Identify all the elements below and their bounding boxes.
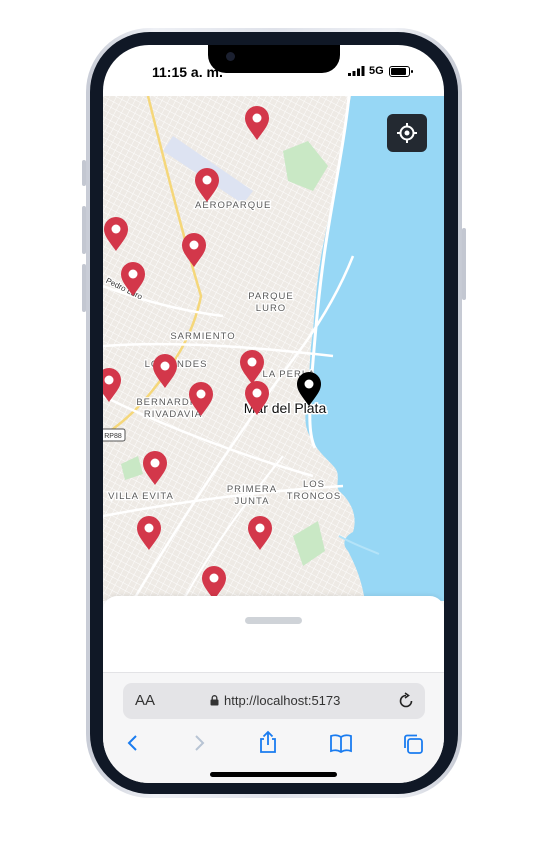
place-label-3: SARMIENTO — [170, 331, 235, 342]
side-button-left-1 — [82, 160, 86, 186]
share-icon[interactable] — [257, 730, 279, 754]
crosshair-icon — [397, 123, 417, 143]
place-label-9: PRIMERA — [227, 484, 277, 495]
url-text[interactable]: http://localhost:5173 — [224, 693, 340, 708]
forward-icon[interactable] — [189, 733, 209, 753]
place-label-12: TRONCOS — [287, 491, 342, 502]
side-button-left-2 — [82, 206, 86, 254]
side-button-left-3 — [82, 264, 86, 312]
home-indicator[interactable] — [210, 772, 337, 777]
battery-icon — [389, 66, 413, 77]
camera — [226, 52, 235, 61]
address-bar[interactable]: AA http://localhost:5173 — [123, 683, 425, 719]
place-label-6: RIVADAVIA — [144, 409, 202, 420]
status-time: 11:15 a. m. — [152, 64, 223, 80]
tabs-icon[interactable] — [402, 733, 424, 755]
phone-screen: 11:15 a. m. 5G AEROPARQUE PARQUE LURO SA… — [103, 45, 444, 783]
place-label-11: LOS — [303, 479, 325, 490]
place-label-8: VILLA EVITA — [108, 491, 174, 502]
place-label-1: PARQUE — [248, 291, 293, 302]
locate-me-button[interactable] — [387, 114, 427, 152]
battery-level — [391, 68, 407, 75]
place-label-0: AEROPARQUE — [195, 200, 271, 211]
place-label-2: LURO — [256, 303, 286, 314]
sheet-drag-handle[interactable] — [245, 617, 302, 624]
map-view[interactable]: AEROPARQUEPARQUELUROSARMIENTOLOS ANDESBE… — [103, 96, 444, 601]
text-size-button[interactable]: AA — [135, 692, 155, 709]
place-label-10: JUNTA — [235, 496, 270, 507]
lock-icon — [210, 695, 219, 706]
status-bar: 11:15 a. m. 5G — [103, 45, 444, 96]
bookmarks-icon[interactable] — [329, 733, 353, 753]
browser-bar: AA http://localhost:5173 — [103, 672, 444, 783]
back-icon[interactable] — [123, 733, 143, 753]
signal-icon — [348, 66, 365, 76]
place-label-14: RP88 — [104, 433, 122, 440]
reload-icon[interactable] — [397, 692, 415, 710]
network-type: 5G — [369, 65, 384, 77]
side-button-right — [462, 228, 466, 300]
notch — [208, 45, 340, 73]
map-canvas[interactable]: AEROPARQUEPARQUELUROSARMIENTOLOS ANDESBE… — [103, 96, 444, 601]
